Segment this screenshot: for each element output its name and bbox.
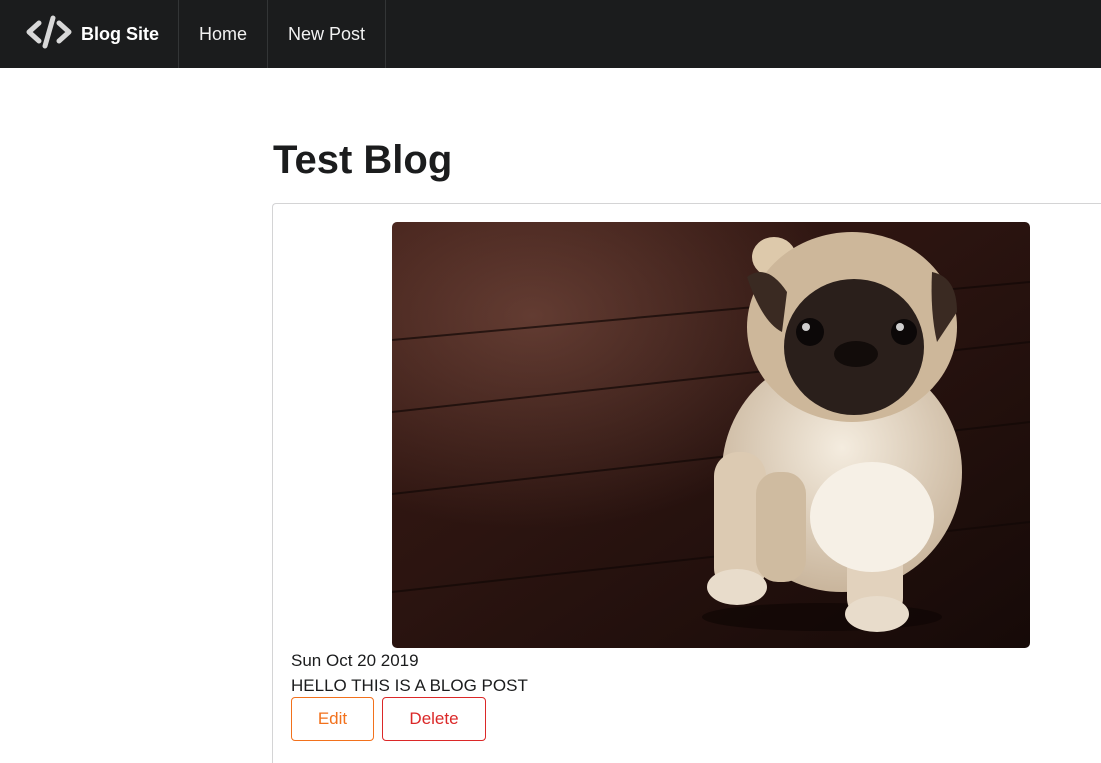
- post-card: Sun Oct 20 2019 HELLO THIS IS A BLOG POS…: [272, 203, 1101, 763]
- code-icon: [26, 15, 81, 54]
- delete-button[interactable]: Delete: [382, 697, 486, 741]
- nav-item-new-post[interactable]: New Post: [268, 0, 387, 68]
- nav-item-home[interactable]: Home: [179, 0, 269, 68]
- post-body: HELLO THIS IS A BLOG POST: [291, 676, 528, 695]
- post-date: Sun Oct 20 2019: [291, 651, 419, 670]
- post-image: [392, 222, 1030, 648]
- page-title: Test Blog: [273, 138, 453, 182]
- brand-link[interactable]: Blog Site: [0, 0, 180, 68]
- brand-label: Blog Site: [81, 23, 160, 44]
- edit-button[interactable]: Edit: [291, 697, 374, 741]
- top-navbar: Blog Site Home New Post: [0, 0, 1101, 68]
